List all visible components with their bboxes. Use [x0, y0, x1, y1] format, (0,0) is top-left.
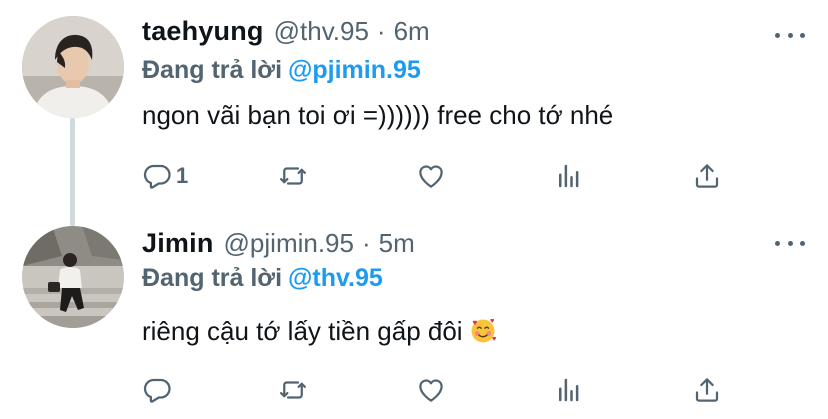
tweet[interactable]: taehyung @thv.95 · 6m Đang trả lời @pjimi…: [0, 0, 828, 226]
tweet-header: taehyung @thv.95 · 6m: [142, 16, 430, 50]
like-button[interactable]: [416, 158, 446, 194]
more-icon[interactable]: [775, 234, 805, 252]
separator: ·: [376, 16, 386, 46]
tweet-text: riêng cậu tớ lấy tiền gấp đôi: [142, 316, 497, 347]
replying-to-label: Đang trả lời: [142, 264, 283, 292]
replying-to-label: Đang trả lời: [142, 56, 283, 84]
user-handle[interactable]: @pjimin.95: [224, 228, 354, 259]
reply-icon: [143, 164, 171, 189]
user-handle[interactable]: @thv.95: [274, 16, 369, 47]
mention-link[interactable]: @pjimin.95: [288, 56, 421, 84]
tweet-text: ngon vãi bạn toi ơi =)))))) free cho tớ …: [142, 100, 614, 130]
retweet-button[interactable]: [278, 372, 308, 408]
share-button[interactable]: [692, 372, 722, 408]
mention-link[interactable]: @thv.95: [288, 264, 383, 292]
avatar[interactable]: [22, 226, 124, 328]
retweet-button[interactable]: [278, 158, 308, 194]
timestamp[interactable]: 6m: [394, 16, 430, 47]
reply-count: 1: [176, 163, 189, 188]
separator: ·: [361, 228, 371, 258]
reply-button[interactable]: 1: [142, 158, 188, 194]
replying-to-line: Đang trả lời @pjimin.95: [142, 56, 421, 90]
like-icon: [419, 165, 443, 188]
retweet-icon: [280, 167, 306, 185]
tweet[interactable]: Jimin @pjimin.95 · 5m Đang trả lời @thv.9…: [0, 212, 828, 419]
reply-icon: [143, 378, 171, 403]
views-button[interactable]: [554, 158, 584, 194]
display-name[interactable]: taehyung: [142, 16, 264, 47]
tweet-actions: 1: [0, 158, 828, 194]
replying-to-line: Đang trả lời @thv.95: [142, 264, 383, 298]
like-icon: [419, 379, 443, 402]
share-icon: [695, 164, 719, 188]
display-name[interactable]: Jimin: [142, 228, 214, 259]
tweet-header: Jimin @pjimin.95 · 5m: [142, 228, 415, 262]
retweet-icon: [280, 381, 306, 399]
reply-button[interactable]: [142, 372, 176, 408]
avatar[interactable]: [22, 16, 124, 118]
smiling-face-with-hearts-icon: [471, 318, 496, 343]
tweet-actions: [0, 372, 828, 408]
timestamp[interactable]: 5m: [379, 228, 415, 259]
views-icon: [559, 378, 579, 402]
like-button[interactable]: [416, 372, 446, 408]
views-button[interactable]: [554, 372, 584, 408]
views-icon: [559, 164, 579, 188]
tweet-text-content: riêng cậu tớ lấy tiền gấp đôi: [142, 316, 463, 346]
share-icon: [695, 378, 719, 402]
share-button[interactable]: [692, 158, 722, 194]
more-icon[interactable]: [775, 26, 805, 44]
